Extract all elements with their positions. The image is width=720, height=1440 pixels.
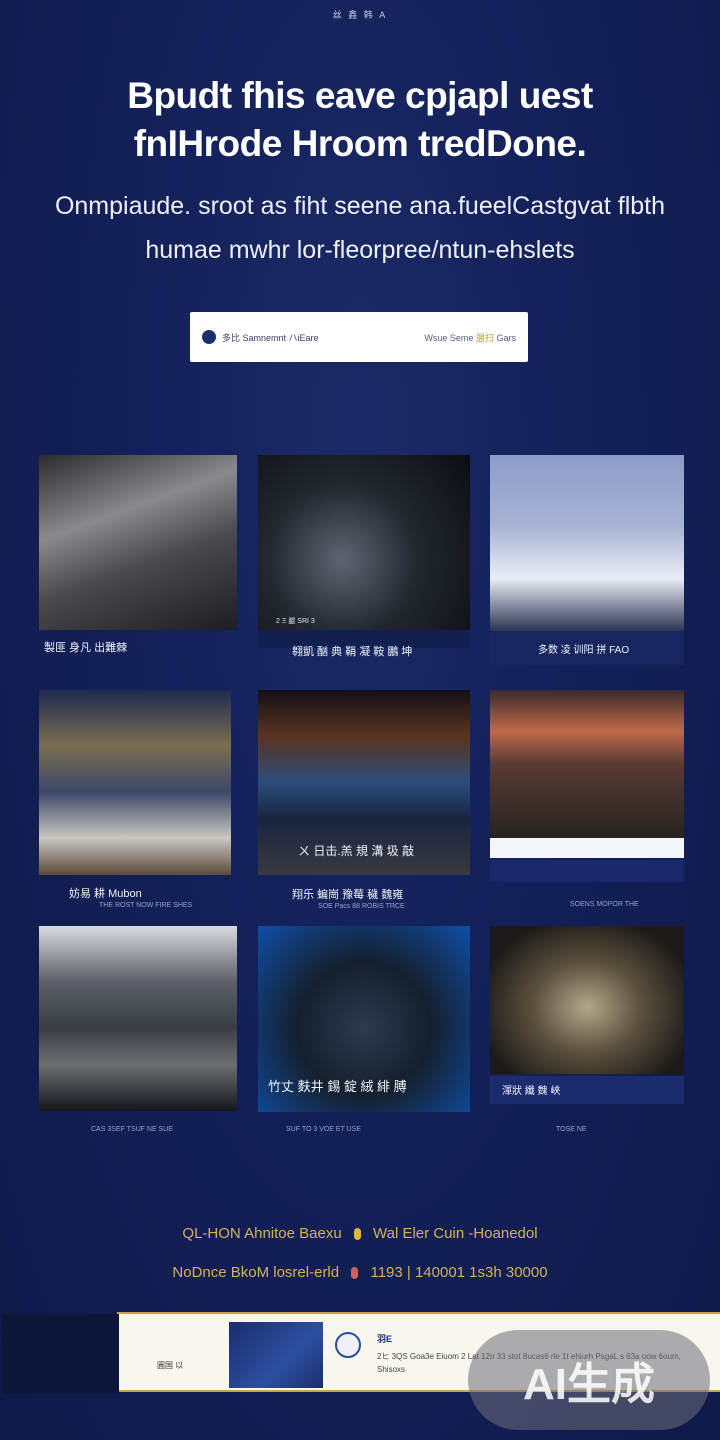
grid-card[interactable]: CAS 3SEF TSUF NE SUE <box>39 926 237 1141</box>
card-subcaption: TOSE NE <box>556 1126 587 1133</box>
search-right-main: Wsue Seme <box>424 332 474 343</box>
card-caption: 製匪 身凡 出難棘 <box>44 642 128 654</box>
card-caption: 翔乐 蝙崗 豫莓 穢 魏雍 <box>292 889 404 901</box>
card-caption: 渾狀 纖 魏 峽 <box>502 1086 561 1097</box>
card-subcaption: 2 Ξ 腿 SRI 3 <box>276 618 315 625</box>
grid-card[interactable]: 製匪 身凡 出難棘 <box>39 455 237 665</box>
card-overlay-text: ㄨ 日击.羔 規 溝 圾 敲 <box>298 844 415 858</box>
card-thumbnail[interactable] <box>490 926 684 1074</box>
search-left-text: 多比 Samnemnt ハiEare <box>222 332 319 343</box>
info-line-1-right: Wal Eler Cuin -Hoanedol <box>373 1225 538 1242</box>
grid-card[interactable]: 妨易 耕 Mubon THE ROST NOW FIRE SHES <box>39 690 231 910</box>
info-line-1-left: QL-HON Ahnitoe Baexu <box>182 1225 342 1242</box>
grid-card[interactable]: 渾狀 纖 魏 峽 TOSE NE <box>490 926 684 1141</box>
ai-generated-badge: AI生成 <box>468 1330 710 1430</box>
card-subcaption: SOE Pacs 88 ROBIS TRCE <box>318 903 405 910</box>
card-thumbnail[interactable] <box>39 455 237 630</box>
info-line-2-left: NoDnce BkoM losrel-erld <box>172 1264 340 1281</box>
search-bar[interactable]: 多比 Samnemnt ハiEare Wsue Seme 盟扫 Gars <box>190 312 528 362</box>
headline-line-2: fnIHrode Hroom tredDone. <box>133 123 587 164</box>
grid-card[interactable]: 多数 凌 训阳 拼 FAO <box>490 455 684 665</box>
card-strip <box>490 860 684 882</box>
info-line-1: QL-HON Ahnitoe Baexu Wal Eler Cuin -Hoan… <box>0 1225 720 1242</box>
footer-thumbnail[interactable] <box>229 1322 323 1388</box>
yellow-dot-icon <box>353 1228 361 1241</box>
search-right-text: Wsue Seme 盟扫 Gars <box>424 331 516 344</box>
card-caption: 翱凱 酗 典 鞘 凝 鞍 鵬 坤 <box>292 646 413 658</box>
top-watermark: 丝 鑫 韩 A <box>332 10 388 20</box>
red-dot-icon <box>351 1267 359 1280</box>
footer-label: 圓国 以 <box>157 1361 184 1370</box>
card-subcaption: SOENS MOPOR THE <box>570 901 639 908</box>
info-line-2-right: 1193 | 140001 1s3h 30000 <box>370 1264 548 1281</box>
card-thumbnail[interactable] <box>39 926 237 1111</box>
search-right-accent: 盟扫 <box>475 332 494 343</box>
card-thumbnail[interactable] <box>490 690 684 838</box>
info-line-2: NoDnce BkoM losrel-erld 1193 | 140001 1s… <box>0 1264 720 1281</box>
footer-title: 羽E <box>377 1334 393 1344</box>
subtitle: Onmpiaude. sroot as fiht seene ana.fueel… <box>0 184 720 272</box>
card-subcaption: SUF TO 3 VOE ET USE <box>286 1126 362 1133</box>
footer-dark-bar <box>2 1314 119 1394</box>
card-thumbnail[interactable] <box>258 455 470 630</box>
grid-card[interactable]: ㄨ 日击.羔 規 溝 圾 敲 翔乐 蝙崗 豫莓 穢 魏雍 SOE Pacs 88… <box>258 690 470 910</box>
headline-line-1: Bpudt fhis eave cpjapl uest <box>127 75 593 116</box>
card-white-strip <box>490 838 684 858</box>
brand-logo-icon <box>202 330 216 344</box>
subtitle-line-2: humae mwhr lor-fleorpree/ntun-ehslets <box>145 236 575 264</box>
grid-card[interactable]: SOENS MOPOR THE <box>490 690 684 910</box>
card-thumbnail[interactable] <box>39 690 231 875</box>
card-caption: 竹丈 麩井 錫 錠 絨 緋 膊 <box>268 1079 407 1094</box>
subtitle-line-1: Onmpiaude. sroot as fiht seene ana.fueel… <box>54 192 666 220</box>
card-caption: 多数 凌 训阳 拼 FAO <box>538 645 630 656</box>
card-thumbnail[interactable] <box>490 455 684 631</box>
search-right-tail: Gars <box>496 332 516 343</box>
card-subcaption: CAS 3SEF TSUF NE SUE <box>91 1126 173 1133</box>
card-caption: 妨易 耕 Mubon <box>69 888 142 900</box>
grid-card[interactable]: 竹丈 麩井 錫 錠 絨 緋 膊 SUF TO 3 VOE ET USE <box>258 926 470 1141</box>
card-subcaption: THE ROST NOW FIRE SHES <box>99 902 193 909</box>
grid-card[interactable]: 2 Ξ 腿 SRI 3 翱凱 酗 典 鞘 凝 鞍 鵬 坤 <box>258 455 470 665</box>
headline: Bpudt fhis eave cpjapl uest fnIHrode Hro… <box>0 72 720 168</box>
footer-logo-icon <box>335 1332 361 1358</box>
